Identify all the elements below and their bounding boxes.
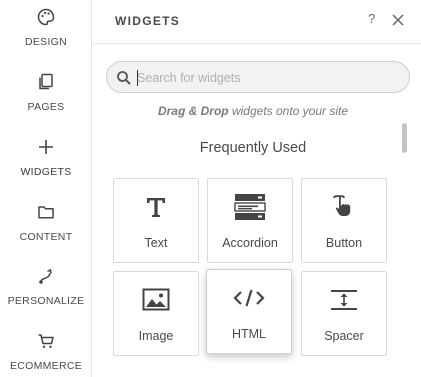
button-click-icon [302, 191, 386, 223]
panel-title: WIDGETS [115, 14, 181, 28]
personalize-icon [35, 265, 57, 287]
hint-bold: Drag & Drop [157, 104, 229, 118]
pages-icon [35, 71, 57, 93]
nav-label: PAGES [27, 101, 65, 113]
image-icon [114, 284, 198, 316]
nav-label: ECOMMERCE [9, 360, 83, 372]
widget-tile-button[interactable]: Button [301, 178, 387, 263]
cart-icon [35, 330, 57, 352]
accordion-icon [208, 191, 292, 223]
close-button[interactable] [389, 11, 407, 29]
nav-item-content[interactable]: CONTENT [0, 201, 92, 261]
nav-item-personalize[interactable]: PERSONALIZE [0, 265, 92, 325]
nav-item-design[interactable]: DESIGN [0, 6, 92, 66]
widget-tile-text[interactable]: Text [113, 178, 199, 263]
search-field[interactable] [106, 61, 410, 93]
code-icon [207, 282, 291, 314]
spacer-icon [302, 284, 386, 316]
nav-label: DESIGN [24, 36, 68, 48]
text-cursor [137, 70, 138, 86]
search-input[interactable] [137, 67, 397, 89]
left-navigation: DESIGN PAGES WIDGETS CONTENT PERSONALIZE… [0, 0, 92, 377]
text-icon [114, 191, 198, 223]
widget-tile-image[interactable]: Image [113, 271, 199, 356]
tile-label: Button [325, 236, 363, 250]
widget-tile-accordion[interactable]: Accordion [207, 178, 293, 263]
nav-item-widgets[interactable]: WIDGETS [0, 136, 92, 196]
close-icon [392, 14, 404, 26]
tile-label: Accordion [222, 236, 278, 250]
widget-tile-html[interactable]: HTML [206, 269, 292, 354]
section-title: Frequently Used [199, 140, 307, 156]
nav-label: PERSONALIZE [7, 295, 85, 307]
search-icon [116, 70, 132, 86]
nav-label: WIDGETS [20, 166, 72, 178]
tile-label: Text [144, 236, 168, 250]
palette-icon [35, 6, 57, 28]
nav-item-pages[interactable]: PAGES [0, 71, 92, 131]
widget-tile-spacer[interactable]: Spacer [301, 271, 387, 356]
widgets-panel: WIDGETS ? Drag & Drop widgets onto your … [93, 0, 421, 377]
folder-icon [35, 201, 57, 223]
tile-label: Spacer [324, 329, 364, 343]
nav-label: CONTENT [19, 231, 73, 243]
tile-label: HTML [231, 327, 267, 341]
tile-label: Image [138, 329, 174, 343]
nav-item-ecommerce[interactable]: ECOMMERCE [0, 330, 92, 377]
drag-drop-hint: Drag & Drop widgets onto your site [93, 104, 413, 118]
plus-icon [35, 136, 57, 158]
panel-header: WIDGETS ? [93, 0, 421, 44]
hint-rest: widgets onto your site [228, 104, 349, 118]
help-button[interactable]: ? [368, 11, 382, 29]
